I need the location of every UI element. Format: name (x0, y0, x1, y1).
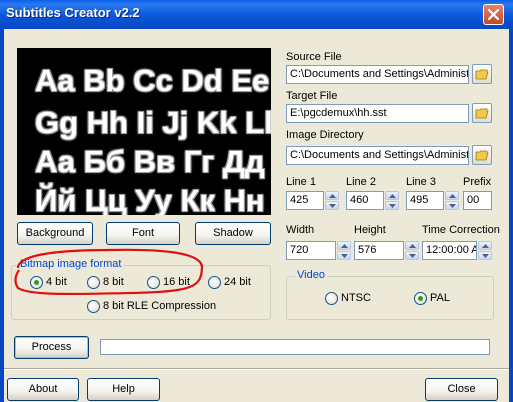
folder-icon (475, 150, 489, 161)
arrow-down-icon (389, 204, 396, 208)
arrow-down-icon (449, 204, 456, 208)
close-button[interactable]: Close (425, 378, 498, 401)
width-input[interactable]: 720 (286, 241, 336, 260)
arrow-down-icon (409, 254, 416, 258)
line3-label: Line 3 (406, 176, 436, 188)
background-button[interactable]: Background (17, 222, 93, 245)
spin-up-button[interactable] (445, 191, 459, 200)
spin-down-button[interactable] (478, 251, 492, 260)
window-border-right (509, 29, 513, 402)
line1-label: Line 1 (286, 176, 316, 188)
about-button[interactable]: About (7, 378, 79, 401)
target-file-input[interactable]: E:\pgcdemux\hh.sst (286, 104, 469, 123)
image-dir-input[interactable]: C:\Documents and Settings\Administrator (286, 146, 469, 165)
shadow-button[interactable]: Shadow (195, 222, 271, 245)
radio-label: 16 bit (163, 276, 190, 288)
title-bar[interactable]: Subtitles Creator v2.2 (0, 0, 513, 29)
height-label: Height (354, 224, 386, 236)
source-file-label: Source File (286, 51, 342, 63)
width-spinner[interactable] (337, 241, 351, 260)
radio-16bit[interactable] (147, 276, 160, 289)
video-group (286, 276, 494, 320)
preview-line: Аа Бб Вв Гг Дд (35, 144, 265, 179)
line3-spinner[interactable] (445, 191, 459, 210)
arrow-up-icon (389, 194, 396, 198)
spin-up-button[interactable] (385, 191, 399, 200)
spin-up-button[interactable] (325, 191, 339, 200)
target-browse-button[interactable] (472, 103, 492, 123)
app-window: Subtitles Creator v2.2 Aa Bb Cc Dd Ee Gg… (0, 0, 513, 402)
spin-up-button[interactable] (405, 241, 419, 250)
spin-down-button[interactable] (385, 201, 399, 210)
process-button[interactable]: Process (14, 336, 89, 359)
radio-label: 8 bit (103, 276, 124, 288)
height-spinner[interactable] (405, 241, 419, 260)
time-correction-spinner[interactable] (478, 241, 492, 260)
width-label: Width (286, 224, 315, 236)
prefix-input[interactable]: 00 (463, 191, 492, 210)
window-title: Subtitles Creator v2.2 (6, 5, 140, 20)
radio-label: 4 bit (46, 276, 67, 288)
time-correction-label: Time Correction (422, 224, 500, 236)
progress-bar (100, 339, 490, 355)
source-browse-button[interactable] (472, 64, 492, 84)
window-border-left (0, 29, 4, 402)
line2-label: Line 2 (346, 176, 376, 188)
radio-8bit-rle[interactable] (87, 300, 100, 313)
spin-down-button[interactable] (405, 251, 419, 260)
radio-label: 8 bit RLE Compression (103, 300, 217, 312)
window-close-button[interactable] (483, 4, 504, 25)
bitmap-format-title: Bitmap image format (18, 258, 124, 270)
radio-24bit[interactable] (208, 276, 221, 289)
help-button[interactable]: Help (87, 378, 160, 401)
radio-label: 24 bit (224, 276, 251, 288)
line1-input[interactable]: 425 (286, 191, 324, 210)
video-title: Video (295, 269, 327, 281)
arrow-up-icon (482, 244, 489, 248)
line2-input[interactable]: 460 (346, 191, 384, 210)
arrow-up-icon (329, 194, 336, 198)
folder-icon (475, 108, 489, 119)
spin-down-button[interactable] (445, 201, 459, 210)
font-preview: Aa Bb Cc Dd Ee Gg Hh Ii Jj Kk Ll Аа Бб В… (17, 48, 271, 215)
radio-label: NTSC (341, 292, 371, 304)
folder-icon (475, 69, 489, 80)
arrow-down-icon (329, 204, 336, 208)
source-file-input[interactable]: C:\Documents and Settings\Administrator (286, 65, 469, 84)
radio-selected-dot (34, 280, 39, 285)
preview-line: Aa Bb Cc Dd Ee (35, 63, 270, 98)
line2-spinner[interactable] (385, 191, 399, 210)
image-dir-label: Image Directory (286, 129, 364, 141)
radio-4bit[interactable] (30, 276, 43, 289)
spin-down-button[interactable] (325, 201, 339, 210)
line3-input[interactable]: 495 (406, 191, 444, 210)
close-icon (487, 8, 500, 21)
prefix-label: Prefix (463, 176, 492, 188)
arrow-down-icon (341, 254, 348, 258)
line1-spinner[interactable] (325, 191, 339, 210)
radio-pal[interactable] (414, 292, 427, 305)
time-correction-input[interactable]: 12:00:00 AM (422, 241, 477, 260)
radio-8bit[interactable] (87, 276, 100, 289)
spin-down-button[interactable] (337, 251, 351, 260)
spin-up-button[interactable] (478, 241, 492, 250)
preview-line: Йй Цц Уу Кк Нн (35, 183, 265, 215)
arrow-up-icon (449, 194, 456, 198)
arrow-down-icon (482, 254, 489, 258)
preview-line: Gg Hh Ii Jj Kk Ll (35, 105, 271, 140)
divider (4, 368, 509, 370)
target-file-label: Target File (286, 90, 338, 102)
arrow-up-icon (341, 244, 348, 248)
radio-label: PAL (430, 292, 450, 304)
height-input[interactable]: 576 (354, 241, 404, 260)
arrow-up-icon (409, 244, 416, 248)
radio-ntsc[interactable] (325, 292, 338, 305)
spin-up-button[interactable] (337, 241, 351, 250)
image-dir-browse-button[interactable] (472, 145, 492, 165)
radio-selected-dot (418, 296, 423, 301)
font-button[interactable]: Font (106, 222, 180, 245)
